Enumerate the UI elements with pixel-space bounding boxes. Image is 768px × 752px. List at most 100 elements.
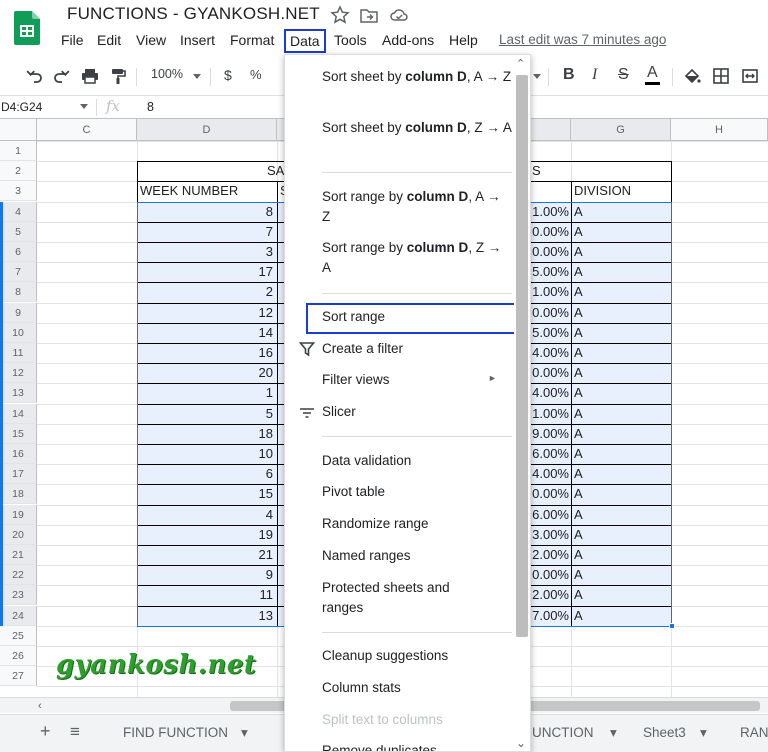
menu-randomize-range[interactable]: Randomize range <box>322 514 512 534</box>
add-sheet-button[interactable]: + <box>40 721 51 742</box>
row-header[interactable]: 22 <box>0 565 37 586</box>
column-header-c[interactable]: C <box>37 119 137 141</box>
menu-tools[interactable]: Tools <box>328 29 373 53</box>
row-header[interactable]: 18 <box>0 484 37 505</box>
percent-format-button[interactable]: % <box>250 67 262 82</box>
row-header[interactable]: 7 <box>0 262 37 283</box>
row-header[interactable]: 2 <box>0 161 37 182</box>
row-header[interactable]: 13 <box>0 383 37 404</box>
row-header[interactable]: 16 <box>0 444 37 464</box>
formula-input[interactable]: 8 <box>147 100 154 114</box>
cell-division[interactable]: A <box>574 444 670 464</box>
row-header[interactable]: 4 <box>0 201 37 222</box>
last-edit-link[interactable]: Last edit was 7 minutes ago <box>499 32 666 47</box>
undo-icon[interactable] <box>24 66 44 86</box>
menu-help[interactable]: Help <box>443 29 484 53</box>
cell-week-number[interactable]: 6 <box>137 464 273 484</box>
cell-division[interactable]: A <box>574 545 670 565</box>
menu-insert[interactable]: Insert <box>174 29 221 53</box>
cell-week-number[interactable]: 3 <box>137 242 273 262</box>
cell-division[interactable]: A <box>574 363 670 383</box>
row-header[interactable]: 24 <box>0 605 37 626</box>
cell-week-number[interactable]: 10 <box>137 444 273 464</box>
column-header-h[interactable]: H <box>671 119 768 141</box>
cell-division[interactable]: A <box>574 565 670 585</box>
all-sheets-button[interactable]: ≡ <box>70 722 80 742</box>
menu-data[interactable]: Data <box>284 29 326 53</box>
menu-sort-sheet-za[interactable]: Sort sheet by column D, Z → A <box>322 118 512 138</box>
cell-division[interactable]: A <box>574 222 670 242</box>
sheets-logo-icon[interactable] <box>14 11 40 45</box>
menu-named-ranges[interactable]: Named ranges <box>322 546 512 566</box>
cell-week-number[interactable]: 20 <box>137 363 273 383</box>
menu-edit[interactable]: Edit <box>91 29 127 53</box>
cloud-status-icon[interactable] <box>389 5 409 25</box>
menu-column-stats[interactable]: Column stats <box>322 678 512 698</box>
cell-week-number[interactable]: 1 <box>137 383 273 403</box>
cell-week-number[interactable]: 19 <box>137 525 273 545</box>
cell-division[interactable]: A <box>574 464 670 484</box>
print-icon[interactable] <box>80 66 100 86</box>
strikethrough-icon[interactable]: S <box>618 66 629 84</box>
name-box-dropdown-icon[interactable] <box>80 104 88 109</box>
menu-sort-sheet-az[interactable]: Sort sheet by column D, A → Z <box>322 67 512 87</box>
cell-division[interactable]: A <box>574 404 670 424</box>
sheet-tab-function[interactable]: UNCTION <box>532 725 594 740</box>
row-header[interactable]: 8 <box>0 282 37 303</box>
row-header[interactable]: 27 <box>0 666 37 687</box>
menu-remove-duplicates[interactable]: Remove duplicates <box>322 741 512 751</box>
scroll-left-icon[interactable]: ‹ <box>38 700 42 712</box>
row-header[interactable]: 10 <box>0 322 37 343</box>
cell-division[interactable]: A <box>574 505 670 525</box>
row-header[interactable]: 20 <box>0 524 37 545</box>
cell-division[interactable]: A <box>574 606 670 626</box>
cell-week-number[interactable]: 17 <box>137 262 273 282</box>
cell-week-number[interactable]: 13 <box>137 606 273 626</box>
row-header[interactable]: 23 <box>0 585 37 606</box>
zoom-dropdown-icon[interactable] <box>193 74 201 79</box>
cell-week-number[interactable]: 5 <box>137 404 273 424</box>
row-header[interactable]: 11 <box>0 343 37 363</box>
cell-division[interactable]: A <box>574 303 670 323</box>
cell-division[interactable]: A <box>574 424 670 444</box>
cell-week-number[interactable]: 14 <box>137 323 273 343</box>
select-all-corner[interactable] <box>0 119 37 141</box>
row-header[interactable]: 14 <box>0 403 37 424</box>
cell-week-number[interactable]: 11 <box>137 585 274 605</box>
cell-division[interactable]: A <box>574 343 670 363</box>
menu-cleanup-suggestions[interactable]: Cleanup suggestions <box>322 646 512 666</box>
menu-addons[interactable]: Add-ons <box>376 29 440 53</box>
document-title[interactable]: FUNCTIONS - GYANKOSH.NET <box>67 4 320 24</box>
move-to-folder-icon[interactable] <box>359 5 379 25</box>
menu-file[interactable]: File <box>55 29 90 53</box>
cell-week-number[interactable]: 9 <box>137 565 273 585</box>
cell-division[interactable]: A <box>574 383 670 403</box>
row-header[interactable]: 19 <box>0 504 37 525</box>
menu-slicer[interactable]: Slicer <box>322 402 512 422</box>
row-header[interactable]: 26 <box>0 646 37 666</box>
cell-week-number[interactable]: 21 <box>137 545 273 565</box>
name-box[interactable]: D4:G24 <box>0 98 92 118</box>
menu-scroll-thumb[interactable] <box>516 75 528 637</box>
sheet-tab-find-function[interactable]: FIND FUNCTION <box>123 725 228 740</box>
menu-filter-views[interactable]: Filter views <box>322 370 512 390</box>
cell-division[interactable]: A <box>574 585 670 605</box>
star-icon[interactable] <box>330 5 350 25</box>
sheet-tab-dropdown-icon[interactable]: ▾ <box>241 725 248 741</box>
paint-format-icon[interactable] <box>108 66 128 86</box>
row-header[interactable]: 3 <box>0 181 37 202</box>
borders-icon[interactable] <box>711 66 731 86</box>
row-header[interactable]: 25 <box>0 625 37 646</box>
menu-protected-sheets[interactable]: Protected sheets and ranges <box>322 578 472 618</box>
cell-week-number[interactable]: 4 <box>137 505 273 525</box>
row-header[interactable]: 12 <box>0 363 37 384</box>
menu-pivot-table[interactable]: Pivot table <box>322 482 512 502</box>
cell-division[interactable]: A <box>574 525 670 545</box>
row-header[interactable]: 17 <box>0 464 37 485</box>
italic-icon[interactable]: I <box>592 66 597 84</box>
cell-division[interactable]: A <box>574 262 670 282</box>
cell-week-number[interactable]: 15 <box>137 484 273 504</box>
cell-division[interactable]: A <box>574 202 670 222</box>
menu-scroll-down-icon[interactable]: ⌄ <box>516 736 526 750</box>
menu-sort-range[interactable]: Sort range <box>322 307 512 327</box>
